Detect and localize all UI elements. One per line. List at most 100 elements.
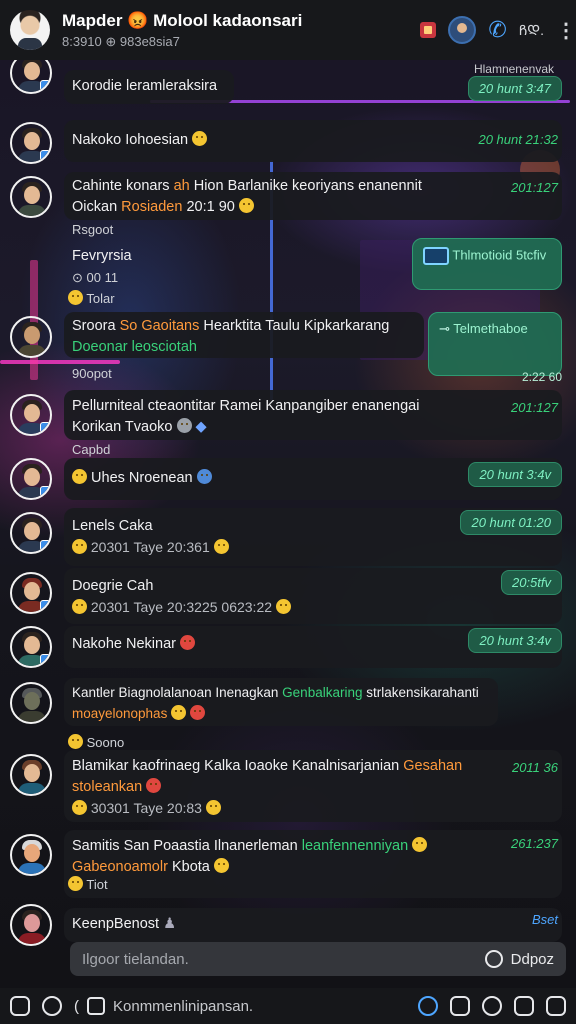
smile-emoji-icon xyxy=(205,800,221,815)
verified-icon xyxy=(40,150,50,161)
home-icon[interactable] xyxy=(514,996,534,1016)
message-text: Sroora xyxy=(72,318,120,334)
heart-icon[interactable] xyxy=(546,996,566,1016)
message-text: Hion Barlanike keoriyans enanennit xyxy=(189,178,422,194)
message-bubble[interactable]: Cahinte konars ah Hion Barlanike keoriya… xyxy=(64,172,562,220)
card-title: Thlmotioid 5tcfiv xyxy=(452,247,547,263)
message-highlight: ah xyxy=(173,178,190,194)
avatar[interactable] xyxy=(10,60,52,94)
reaction-row[interactable]: Tolar xyxy=(68,290,115,306)
message-label: Capbd xyxy=(72,442,111,457)
attach-icon xyxy=(87,997,105,1015)
smile-emoji-icon xyxy=(238,198,254,213)
avatar[interactable] xyxy=(10,572,52,614)
message-bubble[interactable]: Blamikar kaofrinaeg Kalka Ioaoke Kanalni… xyxy=(64,750,562,822)
avatar[interactable] xyxy=(10,754,52,796)
chat-title: Mapder 😡 Molool kadaonsari xyxy=(62,10,303,30)
avatar[interactable] xyxy=(10,904,52,946)
message-text: moayelonophas xyxy=(72,706,168,721)
message-bubble[interactable]: Pellurniteal cteaontitar Ramei Kanpangib… xyxy=(64,390,562,440)
avatar[interactable] xyxy=(10,122,52,164)
message-time: 261:237 xyxy=(511,836,558,851)
message-bubble[interactable]: Korodie leramleraksira xyxy=(64,70,234,104)
video-call-button[interactable]: ᲩᲓ. xyxy=(519,21,544,40)
message-text: Kantler Biagnolalanoan Inenagkan xyxy=(72,685,283,700)
message-input-field[interactable]: Ilgoor tielandan. Ddpoz xyxy=(70,942,566,976)
message-text: Nakoko Iohoesian xyxy=(72,132,189,148)
message-bubble[interactable]: Kantler Biagnolalanoan Inenagkan Genbalk… xyxy=(64,678,498,726)
send-button[interactable]: Ddpoz xyxy=(484,950,554,968)
message-time: 201:127 xyxy=(511,180,558,195)
message-time: 20 hunt 21:32 xyxy=(478,132,558,147)
message-text: Korikan Tvaoko xyxy=(72,419,173,435)
message-highlight: Gesahan xyxy=(403,758,463,774)
message-time: Bset xyxy=(531,912,558,927)
more-menu-icon[interactable]: ⋮ xyxy=(556,18,576,43)
message-bubble[interactable]: Doegrie Cah 20301 Taye 20:3225 0623:22 xyxy=(64,568,562,624)
message-input[interactable]: Ilgoor tielandan. xyxy=(82,951,485,968)
avatar[interactable] xyxy=(10,626,52,668)
message-text: 20:1 90 xyxy=(182,199,235,215)
reaction-row[interactable]: Soono xyxy=(68,734,124,750)
verified-icon xyxy=(40,600,50,611)
header-text[interactable]: Mapder 😡 Molool kadaonsari 8:3910 ⊕ 983e… xyxy=(62,11,420,50)
chat-header: Mapder 😡 Molool kadaonsari 8:3910 ⊕ 983e… xyxy=(0,0,576,60)
angry-emoji-icon xyxy=(189,705,205,720)
avatar[interactable] xyxy=(10,176,52,218)
smile-emoji-icon xyxy=(68,734,83,749)
message-text: Nakohe Nekinar xyxy=(72,636,176,652)
message-text: Korodie leramleraksira xyxy=(72,78,218,94)
avatar[interactable] xyxy=(10,394,52,436)
gallery-icon[interactable] xyxy=(450,996,470,1016)
camera-icon xyxy=(423,247,449,265)
sticker-icon[interactable] xyxy=(42,996,62,1016)
avatar[interactable] xyxy=(10,834,52,876)
diamond-icon: ◆ xyxy=(195,419,207,435)
send-label: Ddpoz xyxy=(510,950,554,968)
profile-avatar[interactable] xyxy=(448,16,477,44)
message-time: 20 hunt 3:4v xyxy=(468,462,562,487)
message-text: Samitis San Poaastia Ilnanerleman xyxy=(72,838,302,854)
smile-emoji-icon xyxy=(68,876,83,891)
message-meta: 30301 Taye 20:83 xyxy=(90,800,202,816)
timer-icon[interactable] xyxy=(418,996,438,1016)
avatar[interactable] xyxy=(10,316,52,358)
message-bubble[interactable]: KeenpBenost ♟ xyxy=(64,908,562,942)
shared-card[interactable]: ⊸ Telmethaboe xyxy=(428,312,562,376)
message-time: 2011 36 xyxy=(511,760,558,775)
message-list[interactable]: Hlamnenenvak Korodie leramleraksira 20 h… xyxy=(0,60,576,988)
shared-card[interactable]: Thlmotioid 5tcfiv xyxy=(412,238,562,290)
avatar[interactable] xyxy=(10,458,52,500)
notification-badge-icon[interactable] xyxy=(420,22,437,38)
message-highlight: Genbalkaring xyxy=(282,685,363,700)
paren-icon: ( xyxy=(74,997,79,1015)
message-title: Doegrie Cah xyxy=(72,578,154,594)
message-text: KeenpBenost xyxy=(72,916,160,932)
message-bubble[interactable]: Samitis San Poaastia Ilnanerleman leanfe… xyxy=(64,830,562,898)
sticker-icon xyxy=(412,837,428,852)
heart-emoji-icon xyxy=(146,778,162,793)
clock-icon xyxy=(484,950,503,968)
smile-emoji-icon xyxy=(68,290,83,305)
angry-emoji-icon xyxy=(180,635,196,650)
person-icon: ♟ xyxy=(163,916,177,932)
chat-subtitle: 8:3910 ⊕ 983e8sia7 xyxy=(62,33,180,49)
link-icon: ⊸ xyxy=(439,321,450,336)
message-text: Hearktita Taulu Kipkarkarang xyxy=(199,318,390,334)
smile-emoji-icon xyxy=(72,469,87,484)
message-label: 90opot xyxy=(72,366,112,381)
share-icon[interactable] xyxy=(482,996,502,1016)
group-avatar[interactable] xyxy=(10,10,50,50)
comment-input[interactable]: ( Konmmenlinipansan. xyxy=(74,997,406,1015)
emoji-keyboard-icon[interactable] xyxy=(10,996,30,1016)
avatar[interactable] xyxy=(10,512,52,554)
message-meta: 20301 Taye 20:361 xyxy=(90,539,210,555)
message-text: Pellurniteal cteaontitar Ramei Kanpangib… xyxy=(72,398,420,414)
call-icon[interactable]: ✆ xyxy=(488,17,506,43)
avatar[interactable] xyxy=(10,682,52,724)
reaction-row[interactable]: Tiot xyxy=(68,876,108,892)
verified-icon xyxy=(40,486,50,497)
message-bubble[interactable]: Sroora So Gaoitans Hearktita Taulu Kipka… xyxy=(64,312,424,358)
message-meta: 20301 Taye 20:3225 0623:22 xyxy=(90,599,273,615)
comment-placeholder: Konmmenlinipansan. xyxy=(113,997,254,1015)
